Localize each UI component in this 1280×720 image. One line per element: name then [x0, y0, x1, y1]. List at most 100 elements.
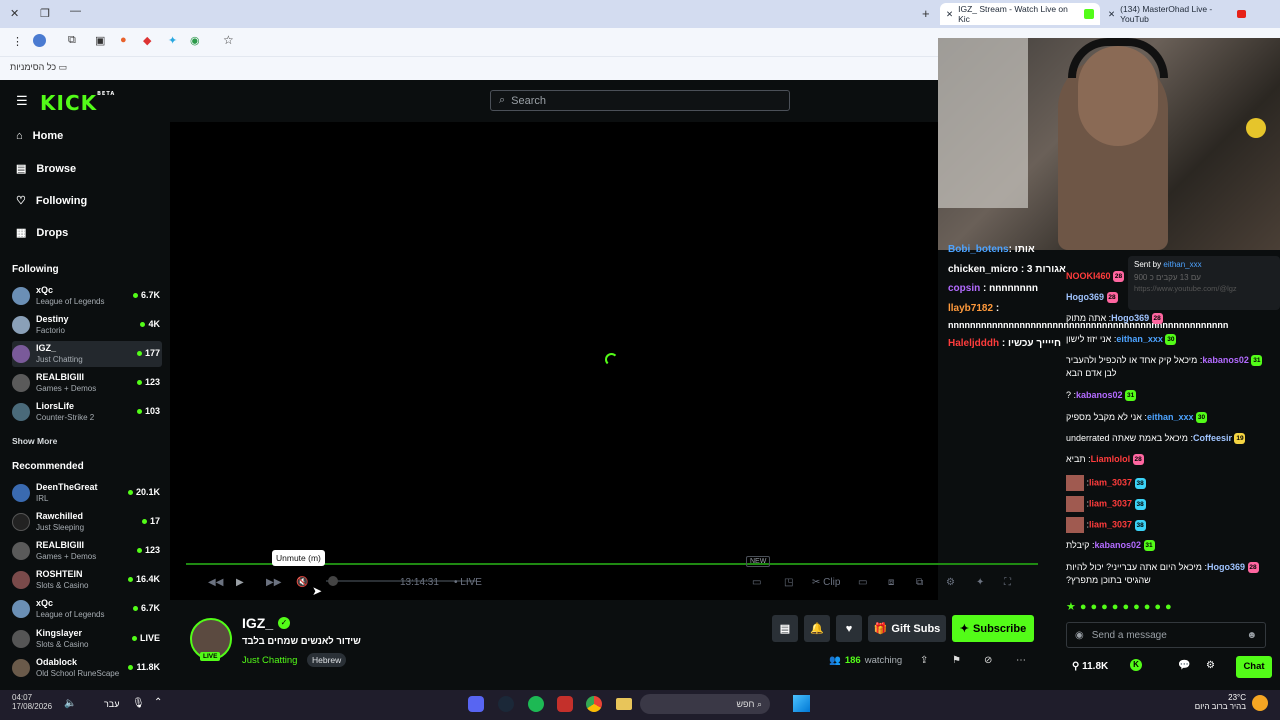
live-indicator[interactable]: • LIVE	[454, 577, 482, 588]
kick-logo[interactable]: KICKBETA	[40, 91, 115, 115]
chat-user[interactable]: NOOKI460	[1066, 271, 1111, 281]
channel-item[interactable]: LiorsLife Counter-Strike 2 103	[12, 399, 162, 425]
taskbar-search[interactable]: חפש ⌕	[640, 694, 770, 714]
more-options-icon[interactable]: ⋯	[1016, 655, 1026, 666]
chat-user[interactable]: kabanos02	[1095, 540, 1142, 550]
channel-item[interactable]: REALBIGIII Games + Demos 123	[12, 370, 162, 396]
extension-icon[interactable]: ◉	[190, 34, 200, 47]
nav-drops[interactable]: ▦ Drops	[16, 226, 68, 240]
chat-user[interactable]: Hogo369	[1207, 562, 1245, 572]
channel-item[interactable]: xQc League of Legends 6.7K	[12, 283, 162, 309]
channel-item[interactable]: xQc League of Legends 6.7K	[12, 596, 162, 622]
theater-icon[interactable]: ▭	[858, 577, 867, 588]
file-explorer-icon[interactable]	[616, 698, 632, 710]
close-tab-icon[interactable]: ✕	[1108, 9, 1115, 20]
chat-settings-icon[interactable]: ⚙	[1206, 660, 1215, 671]
extension-icon[interactable]: ●	[120, 34, 127, 46]
channel-item[interactable]: DeenTheGreat IRL 20.1K	[12, 480, 162, 506]
extension-icon[interactable]: ◆	[143, 34, 151, 47]
chat-user[interactable]: Liamlolol	[1091, 454, 1131, 464]
settings-icon[interactable]: ⚙	[946, 577, 955, 588]
show-more-link[interactable]: Show More	[12, 436, 57, 446]
chat-send-button[interactable]: Chat	[1236, 656, 1272, 678]
channel-item[interactable]: Odablock Old School RuneScape 11.8K	[12, 655, 162, 681]
video-player[interactable]	[170, 122, 938, 600]
channel-item[interactable]: Kingslayer Slots & Casino LIVE	[12, 626, 162, 652]
nav-browse[interactable]: ▤ Browse	[16, 162, 76, 176]
extension-icon[interactable]: ▣	[95, 34, 105, 47]
miniplayer-icon[interactable]: ◳	[784, 577, 793, 588]
volume-icon[interactable]: 🔈	[64, 698, 76, 709]
language-indicator[interactable]: עבר	[104, 699, 119, 709]
menu-dots-icon[interactable]: ⋮	[12, 35, 23, 48]
close-window-icon[interactable]: ✕	[10, 7, 19, 20]
stream-tag[interactable]: Hebrew	[307, 653, 347, 667]
mute-icon[interactable]: 🔇	[296, 577, 308, 588]
tab-youtube[interactable]: ✕ (134) MasterOhad Live - YouTub	[1102, 3, 1252, 25]
bookmark-star-icon[interactable]: ☆	[223, 33, 234, 47]
extension-icon[interactable]: ✦	[168, 34, 177, 47]
points-count[interactable]: ⚲ 11.8K	[1072, 661, 1108, 672]
chat-user[interactable]: kabanos02	[1076, 390, 1123, 400]
user-icon[interactable]: ◉	[1075, 630, 1084, 641]
minimize-window-icon[interactable]: —	[70, 5, 81, 17]
play-icon[interactable]: ▶	[236, 577, 244, 588]
chat-user[interactable]: liam_3037	[1089, 477, 1132, 487]
weather-widget[interactable]: 23°C בהיר ברוב היום	[1190, 693, 1246, 711]
channel-item[interactable]: Rawchilled Just Sleeping 17	[12, 509, 162, 535]
layout-icon[interactable]: ⧉	[916, 577, 923, 588]
hamburger-menu-icon[interactable]: ☰	[16, 93, 28, 109]
search-input[interactable]: ⌕ Search	[490, 90, 790, 111]
rewind-icon[interactable]: ◀◀	[208, 577, 223, 588]
chat-user[interactable]: eithan_xxx	[1147, 412, 1194, 422]
sparkle-icon[interactable]: ✦	[976, 577, 984, 588]
camera-icon[interactable]: ▭	[752, 577, 761, 588]
channel-item[interactable]: Destiny Factorio 4K	[12, 312, 162, 338]
chat-rules-icon[interactable]: 💬	[1178, 660, 1190, 671]
stream-category[interactable]: Just Chatting	[242, 655, 297, 666]
fullscreen-icon[interactable]: ⛶	[1004, 577, 1011, 588]
chat-user[interactable]: eithan_xxx	[1116, 334, 1163, 344]
steam-icon[interactable]	[498, 696, 514, 712]
subscribe-button[interactable]: ✦ Subscribe	[952, 615, 1034, 642]
chat-user[interactable]: liam_3037	[1089, 519, 1132, 529]
restore-window-icon[interactable]: ❐	[40, 7, 50, 20]
nav-home[interactable]: ⌂ Home	[16, 130, 63, 142]
forward-icon[interactable]: ▶▶	[266, 577, 281, 588]
notification-button[interactable]: 🔔	[804, 615, 830, 642]
kick-points-icon[interactable]: K	[1130, 659, 1142, 671]
gift-subs-button[interactable]: 🎁 Gift Subs	[868, 615, 946, 642]
channel-item-selected[interactable]: IGZ_ Just Chatting 177	[12, 341, 162, 367]
chat-popout-button[interactable]: ▤	[772, 615, 798, 642]
streamer-name[interactable]: IGZ_	[242, 615, 273, 631]
crop-icon[interactable]: ⧈	[888, 577, 894, 588]
channel-item[interactable]: REALBIGIII Games + Demos 123	[12, 538, 162, 564]
nav-following[interactable]: ♡ Following	[16, 194, 87, 208]
extensions-icon[interactable]: ⧉	[68, 34, 76, 47]
volume-knob[interactable]	[328, 576, 338, 586]
tab-kick[interactable]: ✕ IGZ_ Stream - Watch Live on Kic	[940, 3, 1100, 25]
clip-button[interactable]: ✂ Clip	[812, 577, 840, 588]
all-bookmarks[interactable]: כל הסימניות ▭	[10, 62, 67, 73]
channel-item[interactable]: ROSHTEIN Slots & Casino 16.4K	[12, 567, 162, 593]
follow-button[interactable]: ♥	[836, 615, 862, 642]
discord-icon[interactable]	[468, 696, 484, 712]
new-tab-icon[interactable]: +	[922, 6, 930, 21]
emoji-icon[interactable]: ☻	[1246, 630, 1257, 641]
chat-input[interactable]: ◉ Send a message ☻	[1066, 622, 1266, 648]
share-icon[interactable]: ⇪	[920, 655, 928, 666]
mic-icon[interactable]: 🎙	[132, 698, 145, 709]
app-icon[interactable]	[557, 696, 573, 712]
chat-user[interactable]: liam_3037	[1089, 498, 1132, 508]
clock[interactable]: 04:07 17/08/2026	[12, 693, 52, 711]
chat-user[interactable]: kabanos02	[1202, 355, 1249, 365]
chat-user[interactable]: Hogo369	[1111, 313, 1149, 323]
emote-bar[interactable]: ★●●●●●●●●●	[1066, 600, 1266, 616]
chrome-icon[interactable]	[586, 696, 602, 712]
mod-icon[interactable]: ⊘	[984, 655, 992, 666]
chat-user[interactable]: Coffeesir	[1193, 433, 1232, 443]
profile-icon[interactable]	[33, 34, 46, 47]
spotify-icon[interactable]	[528, 696, 544, 712]
chat-user[interactable]: Hogo369	[1066, 292, 1104, 302]
tray-chevron-icon[interactable]: ⌃	[154, 697, 162, 708]
